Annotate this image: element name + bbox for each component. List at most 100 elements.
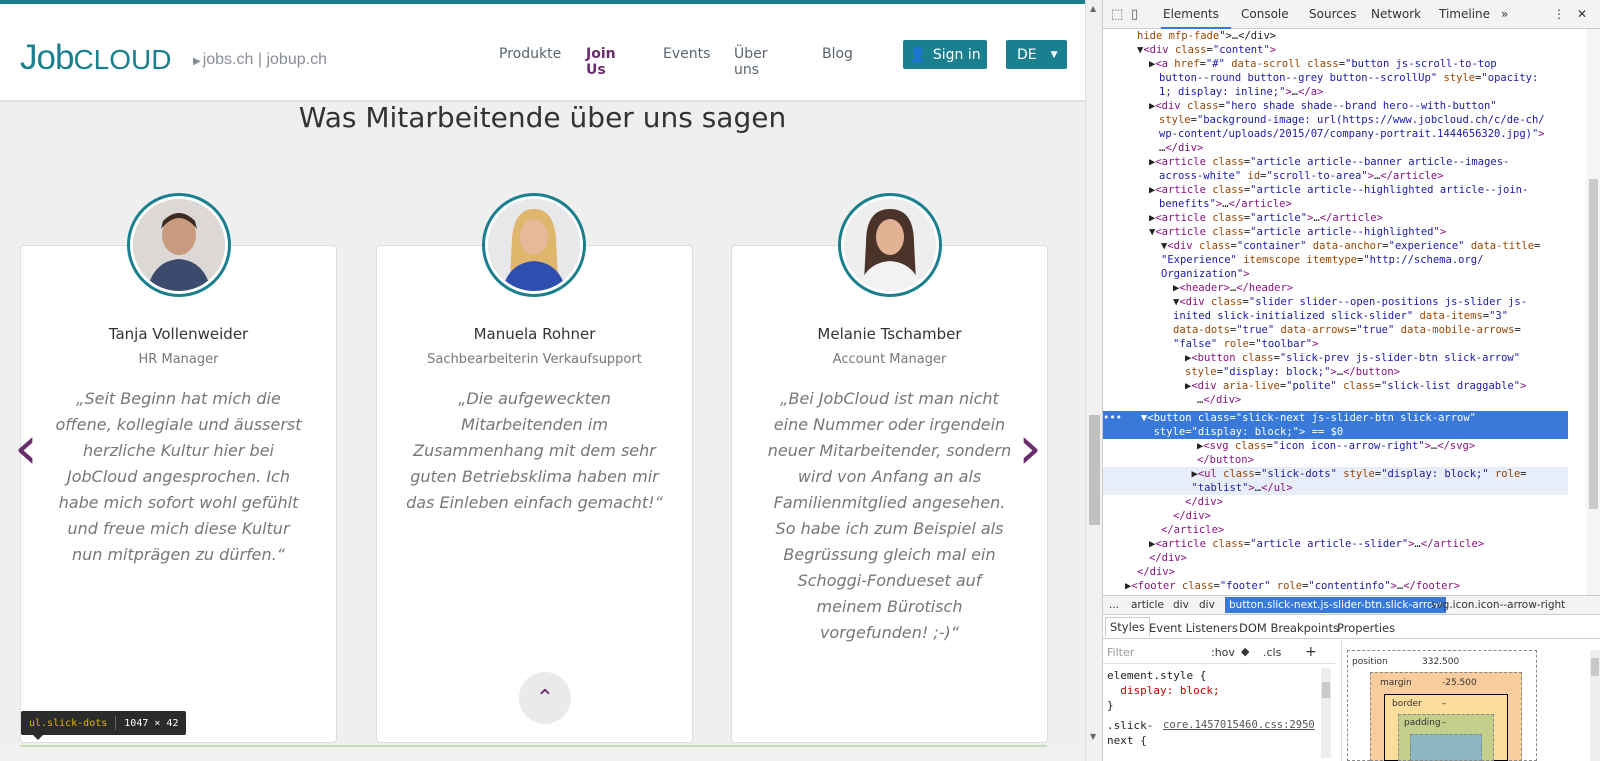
tab-timeline[interactable]: Timeline [1439, 7, 1490, 21]
dom-node[interactable]: ▶<header>…</header> [1173, 281, 1293, 295]
breadcrumb-item[interactable]: article [1131, 599, 1164, 611]
hovered-dom-node[interactable]: "tablist">…</ul> [1103, 481, 1568, 496]
close-icon[interactable]: ✕ [1577, 7, 1587, 21]
nav-item-ueber-uns[interactable]: Über uns [734, 46, 768, 78]
position-value[interactable]: 332.500 [1422, 657, 1459, 667]
dom-node[interactable]: inited slick-initialized slick-slider" d… [1173, 309, 1508, 323]
dom-node[interactable]: wp-content/uploads/2015/07/company-portr… [1159, 127, 1545, 141]
dom-node[interactable]: ▶<button class="slick-prev js-slider-btn… [1185, 351, 1520, 365]
tab-styles[interactable]: Styles [1105, 617, 1150, 636]
tab-event-listeners[interactable]: Event Listeners [1149, 621, 1238, 635]
style-line[interactable]: next { [1107, 733, 1147, 748]
nav-item-events[interactable]: Events [663, 46, 710, 62]
style-line[interactable]: .slick- [1107, 718, 1153, 733]
inspect-icon[interactable]: ⬚ [1111, 7, 1123, 22]
more-tabs-icon[interactable]: » [1501, 7, 1508, 21]
jobcloud-logo[interactable]: JobCLOUD [20, 38, 171, 78]
hover-state-toggle[interactable]: :hov [1211, 646, 1235, 659]
tab-properties[interactable]: Properties [1337, 621, 1395, 635]
breadcrumb-item[interactable]: div [1173, 599, 1189, 611]
padding-value[interactable]: – [1442, 718, 1447, 728]
dom-node[interactable]: style="display: block;">…</button> [1185, 365, 1400, 379]
nav-item-produkte[interactable]: Produkte [499, 46, 561, 62]
dom-node[interactable]: ▶<div class="hero shade shade--brand her… [1149, 99, 1497, 113]
dom-node[interactable]: </button> [1197, 453, 1254, 467]
dom-node[interactable]: </div> [1137, 565, 1175, 579]
dom-node[interactable]: "false" role="toolbar"> [1173, 337, 1318, 351]
dom-node[interactable]: ▶<article class="article">…</article> [1149, 211, 1383, 225]
page-scrollbar[interactable]: ▲ ▼ [1085, 0, 1102, 761]
style-line[interactable]: } [1107, 698, 1114, 713]
styles-scrollbar[interactable] [1321, 668, 1331, 758]
dom-node[interactable]: …</div> [1197, 393, 1241, 407]
dom-node[interactable]: across-white" id="scroll-to-area">…</art… [1159, 169, 1444, 183]
elements-scrollbar[interactable] [1586, 29, 1600, 595]
selected-dom-node[interactable]: ••• ▼<button class="slick-next js-slider… [1103, 411, 1568, 426]
breadcrumb-item[interactable]: svg.icon.icon--arrow-right [1431, 599, 1565, 611]
scrollbar-thumb[interactable] [1591, 658, 1599, 676]
dom-node[interactable]: ▶<footer class="footer" role="contentinf… [1125, 579, 1460, 593]
border-value[interactable]: – [1442, 699, 1447, 709]
tab-network[interactable]: Network [1371, 7, 1421, 21]
selected-dom-node[interactable]: style="display: block;"> == $0 [1103, 425, 1568, 440]
dom-node[interactable]: hide mfp-fade">…</div> [1137, 29, 1276, 43]
tab-console[interactable]: Console [1241, 7, 1289, 21]
dom-node[interactable]: ▼<div class="content"> [1137, 43, 1276, 57]
sublogo-jobs[interactable]: jobs.ch [203, 51, 254, 68]
dom-node[interactable]: Organization"> [1161, 267, 1250, 281]
dom-node[interactable]: ▶<svg class="icon icon--arrow-right">…</… [1197, 439, 1475, 453]
dom-node[interactable]: button--round button--grey button--scrol… [1159, 71, 1538, 85]
language-select[interactable]: DE ▼ [1006, 40, 1067, 69]
tab-elements[interactable]: Elements [1163, 7, 1219, 21]
sublogo-jobup[interactable]: jobup.ch [266, 51, 327, 68]
dom-node[interactable]: ▼<article class="article article--highli… [1149, 225, 1446, 239]
dom-node[interactable]: style="background-image: url(https://www… [1159, 113, 1545, 127]
dom-node[interactable]: ▶<article class="article article--banner… [1149, 155, 1509, 169]
dom-node[interactable]: ▶<a href="#" data-scroll class="button j… [1149, 57, 1497, 71]
device-mode-icon[interactable]: ▯ [1131, 7, 1138, 22]
dom-node[interactable]: …</div> [1159, 141, 1203, 155]
scrollbar-thumb[interactable] [1322, 682, 1330, 698]
scrollbar-thumb[interactable] [1589, 179, 1598, 509]
breadcrumb-item-active[interactable]: button.slick-next.js-slider-btn.slick-ar… [1225, 597, 1446, 613]
dom-node[interactable]: "Experience" itemscope itemtype="http://… [1161, 253, 1483, 267]
dom-node[interactable]: </div> [1149, 551, 1187, 565]
margin-value[interactable]: -25.500 [1442, 678, 1477, 688]
style-line[interactable]: element.style { [1107, 668, 1206, 683]
quote-line: Schoggi-Fondueset auf [797, 571, 982, 590]
tab-sources[interactable]: Sources [1309, 7, 1356, 21]
dom-node[interactable]: data-dots="true" data-arrows="true" data… [1173, 323, 1521, 337]
dom-node[interactable]: </article> [1161, 523, 1224, 537]
dom-node[interactable]: ▼<div class="container" data-anchor="exp… [1161, 239, 1540, 253]
scroll-down-icon[interactable]: ▼ [1090, 732, 1096, 741]
hovered-dom-node[interactable]: ▶<ul class="slick-dots" style="display: … [1103, 467, 1568, 482]
class-toggle[interactable]: .cls [1263, 646, 1281, 659]
dom-node[interactable]: ▼<div class="slider slider--open-positio… [1173, 295, 1527, 309]
dom-node[interactable]: </div> [1185, 495, 1223, 509]
dom-node[interactable]: benefits">…</article> [1159, 197, 1292, 211]
quote-line: meinem Bürotisch [816, 597, 963, 616]
nav-item-join-us[interactable]: Join Us [586, 46, 616, 78]
slider-prev-button[interactable]: ‹ [14, 418, 38, 478]
tab-dom-breakpoints[interactable]: DOM Breakpoints [1239, 621, 1339, 635]
boxmodel-scrollbar[interactable] [1590, 650, 1600, 761]
sign-in-button[interactable]: 👤 Sign in [903, 40, 987, 69]
dom-node[interactable]: ▶<article class="article article--highli… [1149, 183, 1528, 197]
dom-node[interactable]: ▶<article class="article article--slider… [1149, 537, 1484, 551]
scrollbar-thumb[interactable] [1089, 415, 1100, 525]
color-format-icon[interactable]: ◆ [1241, 645, 1249, 658]
menu-icon[interactable]: ⋮ [1553, 7, 1565, 21]
style-source-link[interactable]: core.1457015460.css:2950 [1163, 718, 1315, 733]
nav-item-blog[interactable]: Blog [822, 46, 853, 62]
breadcrumb-item[interactable]: ... [1109, 599, 1119, 611]
dom-node[interactable]: ▶<div aria-live="polite" class="slick-li… [1185, 379, 1526, 393]
slider-next-button[interactable]: › [1018, 418, 1042, 478]
add-rule-button[interactable]: + [1305, 644, 1317, 660]
styles-filter-input[interactable]: Filter [1107, 646, 1134, 659]
scroll-up-icon[interactable]: ▲ [1090, 4, 1096, 13]
dom-node[interactable]: 1; display: inline;">…</a> [1159, 85, 1323, 99]
dom-node[interactable]: </div> [1173, 509, 1211, 523]
breadcrumb-item[interactable]: div [1199, 599, 1215, 611]
scroll-to-top-button[interactable]: ⌃ [519, 672, 571, 724]
style-line[interactable]: display: block; [1107, 683, 1219, 698]
